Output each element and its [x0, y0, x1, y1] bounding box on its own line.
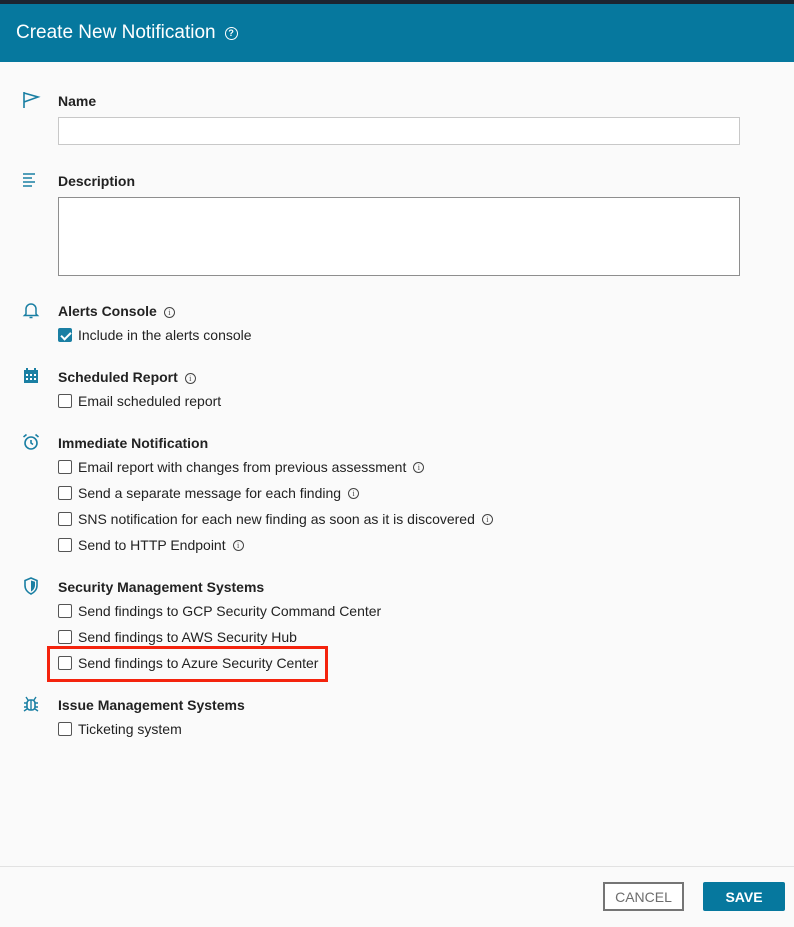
cancel-button[interactable]: CANCEL	[603, 882, 684, 911]
scheduled-report-label: Scheduled Report i	[58, 369, 196, 385]
highlight-box	[47, 646, 328, 682]
info-icon[interactable]: i	[481, 513, 493, 525]
name-input[interactable]	[58, 117, 740, 145]
immediate-option-sns[interactable]: SNS notification for each new finding as…	[58, 509, 493, 529]
immediate-option-http-endpoint[interactable]: Send to HTTP Endpoint i	[58, 535, 244, 555]
flag-icon	[23, 92, 41, 108]
name-label: Name	[58, 93, 97, 109]
checkbox[interactable]	[58, 538, 72, 552]
description-input[interactable]	[58, 197, 740, 276]
info-icon[interactable]: i	[413, 461, 425, 473]
bug-icon	[23, 696, 39, 712]
calendar-icon	[24, 368, 38, 383]
dialog-title: Create New Notification	[16, 22, 216, 43]
question-circle-icon[interactable]: ?	[224, 26, 238, 40]
alarm-clock-icon	[22, 433, 40, 450]
shield-icon	[24, 577, 38, 595]
footer-divider	[0, 866, 794, 867]
info-icon[interactable]: i	[232, 539, 244, 551]
checkbox[interactable]	[58, 394, 72, 408]
immediate-option-separate-message[interactable]: Send a separate message for each finding…	[58, 483, 360, 503]
security-systems-label: Security Management Systems	[58, 579, 265, 595]
checkbox[interactable]	[58, 460, 72, 474]
alerts-console-option[interactable]: Include in the alerts console	[58, 325, 252, 345]
alerts-console-label: Alerts Console i	[58, 303, 175, 319]
info-icon[interactable]: i	[184, 373, 196, 384]
issue-systems-label: Issue Management Systems	[58, 697, 245, 713]
checkbox[interactable]	[58, 486, 72, 500]
issue-option-ticketing[interactable]: Ticketing system	[58, 719, 182, 739]
save-button[interactable]: SAVE	[703, 882, 785, 911]
security-option-aws[interactable]: Send findings to AWS Security Hub	[58, 627, 297, 647]
immediate-option-email-changes[interactable]: Email report with changes from previous …	[58, 457, 425, 477]
checkbox[interactable]	[58, 722, 72, 736]
scheduled-report-option[interactable]: Email scheduled report	[58, 391, 221, 411]
checkbox-checked[interactable]	[58, 328, 72, 342]
checkbox[interactable]	[58, 630, 72, 644]
checkbox[interactable]	[58, 512, 72, 526]
text-lines-icon	[23, 173, 35, 187]
immediate-notification-label: Immediate Notification	[58, 435, 209, 451]
info-icon[interactable]: i	[163, 307, 175, 318]
checkbox[interactable]	[58, 604, 72, 618]
bell-icon	[22, 303, 40, 319]
security-option-gcp[interactable]: Send findings to GCP Security Command Ce…	[58, 601, 381, 621]
dialog-header: Create New Notification ?	[0, 4, 794, 62]
description-label: Description	[58, 173, 136, 189]
info-icon[interactable]: i	[348, 487, 360, 499]
